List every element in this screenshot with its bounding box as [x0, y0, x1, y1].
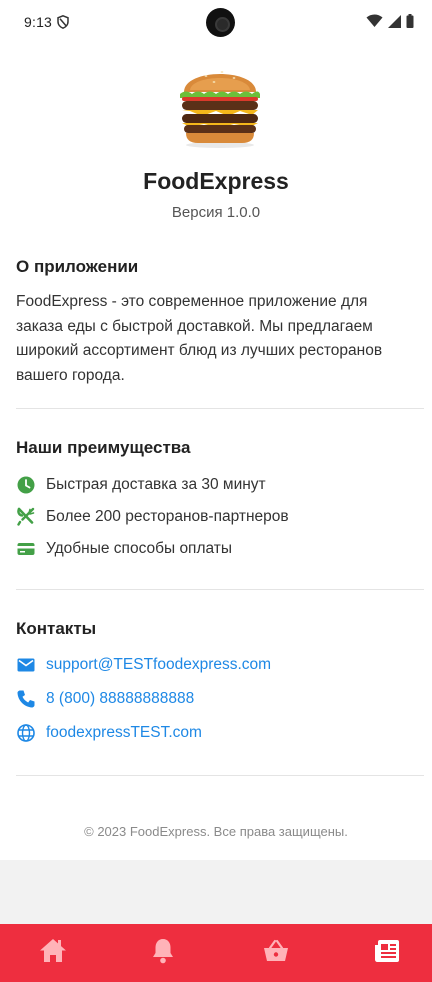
email-link[interactable]: support@TESTfoodexpress.com [46, 656, 271, 674]
credit-card-icon [17, 543, 35, 555]
bell-icon[interactable] [147, 935, 179, 967]
advantages-title: Наши преимущества [16, 438, 191, 457]
burger-logo [180, 71, 260, 148]
about-content: FoodExpress Версия 1.0.0 О приложении Fo… [0, 46, 432, 860]
bottom-navigation [0, 924, 432, 982]
app-version: Версия 1.0.0 [171, 204, 261, 221]
website-link[interactable]: foodexpressTEST.com [46, 724, 202, 742]
phone-icon [17, 690, 35, 708]
signal-icon [388, 14, 401, 28]
battery-icon [406, 14, 414, 28]
advantage-item-restaurants: Более 200 ресторанов-партнеров [16, 506, 289, 528]
divider [16, 408, 424, 409]
app-name: FoodExpress [143, 168, 289, 194]
clock-icon [17, 476, 35, 494]
basket-icon[interactable] [260, 935, 292, 967]
advantage-item-delivery: Быстрая доставка за 30 минут [16, 474, 266, 496]
camera-cutout [206, 8, 235, 37]
divider [16, 589, 424, 590]
advantage-item-payment: Удобные способы оплаты [16, 538, 232, 560]
divider [16, 775, 424, 776]
home-icon[interactable] [37, 935, 69, 967]
contact-website[interactable]: foodexpressTEST.com [16, 722, 202, 744]
contacts-title: Контакты [16, 619, 97, 638]
advantage-label: Удобные способы оплаты [46, 540, 233, 557]
contact-email[interactable]: support@TESTfoodexpress.com [16, 654, 271, 676]
wifi-icon [366, 14, 383, 27]
shield-icon [57, 15, 69, 29]
news-icon[interactable] [371, 935, 403, 967]
about-screen: 9:13 FoodExpress Версия 1.0.0 О приложен… [0, 0, 432, 982]
contact-phone[interactable]: 8 (800) 88888888888 [16, 688, 194, 710]
about-title: О приложении [16, 257, 139, 276]
about-description: FoodExpress - это современное приложение… [16, 293, 383, 384]
status-icons [366, 14, 414, 28]
utensils-icon [17, 507, 35, 526]
globe-icon [17, 724, 35, 742]
advantage-label: Быстрая доставка за 30 минут [46, 476, 266, 493]
phone-link[interactable]: 8 (800) 88888888888 [46, 690, 194, 708]
advantage-label: Более 200 ресторанов-партнеров [46, 508, 289, 525]
status-bar: 9:13 [0, 0, 432, 46]
mail-icon [17, 658, 35, 672]
status-time: 9:13 [24, 14, 53, 30]
copyright: © 2023 FoodExpress. Все права защищены. [84, 824, 348, 839]
